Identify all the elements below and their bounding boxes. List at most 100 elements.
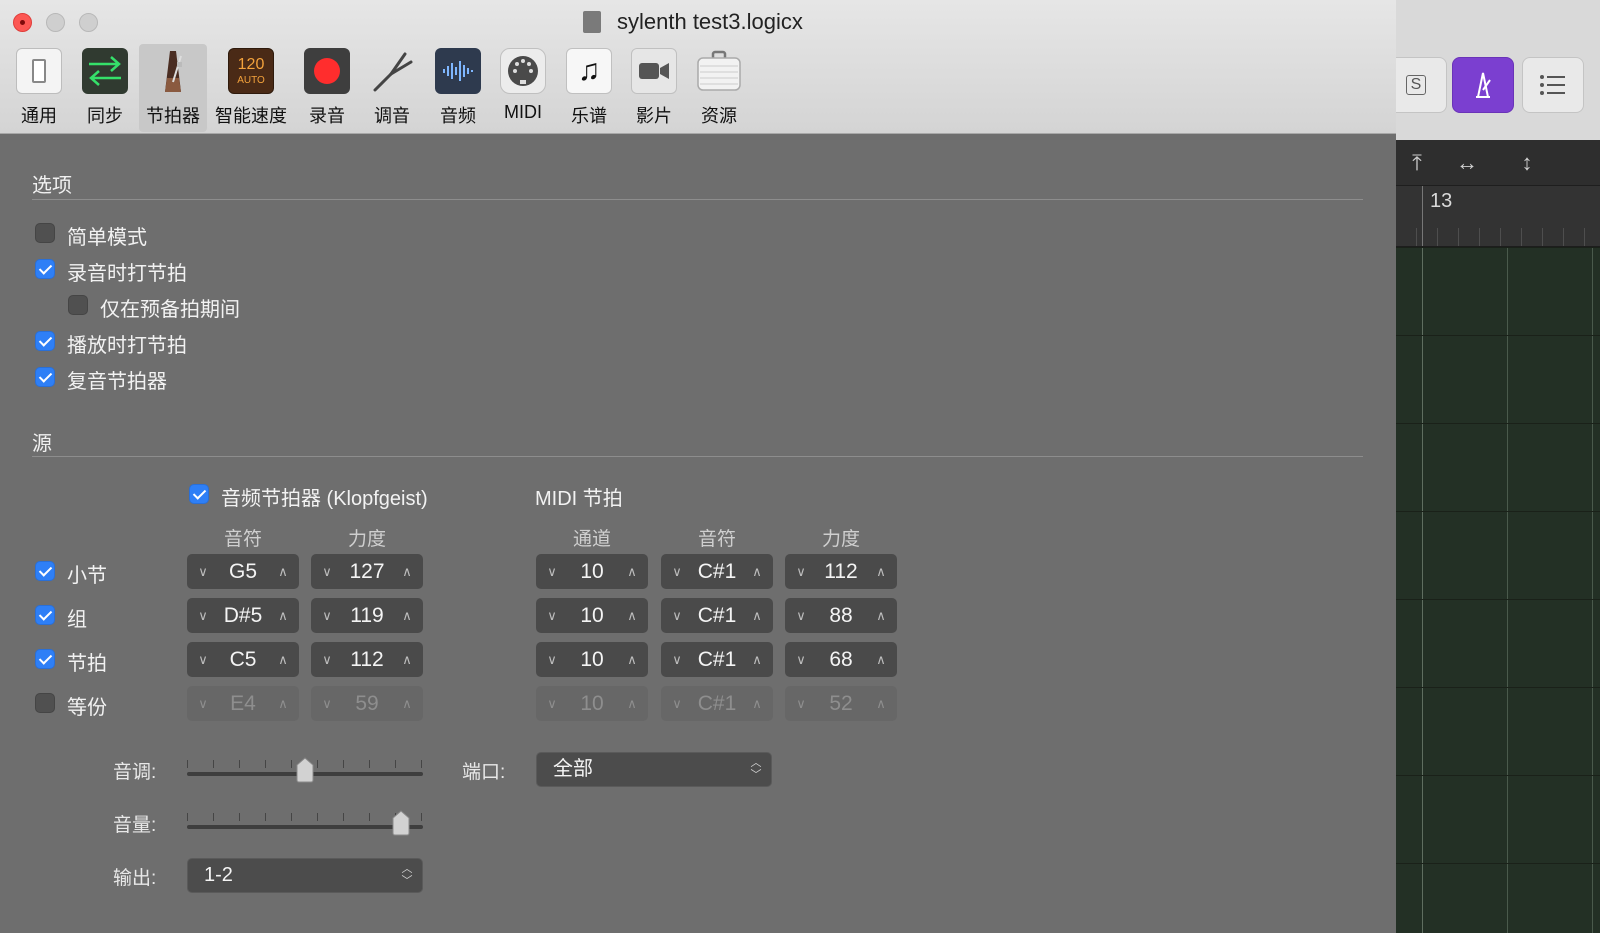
only-during-count-in-checkbox[interactable] <box>68 295 88 315</box>
click-while-playing-label: 播放时打节拍 <box>67 335 187 357</box>
track-height-icon[interactable]: ↕ <box>1507 148 1547 178</box>
tone-slider[interactable] <box>187 755 423 785</box>
bar-midi-note-stepper[interactable]: ∨ C#1 ∧ <box>661 554 773 589</box>
port-popup[interactable]: 全部 ︿ ﹀ <box>536 752 772 787</box>
solo-label: S <box>1405 75 1427 95</box>
tab-audio[interactable]: 音频 <box>427 44 489 132</box>
bar-row-checkbox[interactable] <box>35 561 55 581</box>
volume-slider-thumb[interactable] <box>390 810 412 836</box>
tab-movie[interactable]: 影片 <box>623 44 685 132</box>
group-audio-note-stepper[interactable]: ∨ D#5 ∧ <box>187 598 299 633</box>
output-popup[interactable]: 1-2 ︿ ﹀ <box>187 858 423 893</box>
tab-assets[interactable]: 资源 <box>688 44 750 132</box>
midi-click-label: MIDI 节拍 <box>535 488 623 510</box>
tab-movie-label: 影片 <box>636 106 672 126</box>
tab-midi[interactable]: MIDI <box>492 44 554 132</box>
chevron-up-icon[interactable]: ∧ <box>745 642 769 677</box>
stepper-value: C#1 <box>697 692 737 715</box>
division-row-checkbox[interactable] <box>35 693 55 713</box>
division-midi-note-stepper: ∨ C#1 ∧ <box>661 686 773 721</box>
click-while-recording-checkbox[interactable] <box>35 259 55 279</box>
chevron-up-icon[interactable]: ∧ <box>620 642 644 677</box>
bar-audio-note-stepper[interactable]: ∨ G5 ∧ <box>187 554 299 589</box>
beat-midi-velocity-stepper[interactable]: ∨ 68 ∧ <box>785 642 897 677</box>
tab-metronome-label: 节拍器 <box>146 106 200 126</box>
chevron-up-icon[interactable]: ∧ <box>620 554 644 589</box>
chevron-up-icon[interactable]: ∧ <box>620 598 644 633</box>
source-section-title: 源 <box>32 433 52 455</box>
list-editors-button[interactable] <box>1522 57 1584 113</box>
bar-midi-velocity-stepper[interactable]: ∨ 112 ∧ <box>785 554 897 589</box>
updown-chevron-icon: ︿ ﹀ <box>401 863 413 887</box>
tab-tuning[interactable]: 调音 <box>361 44 423 132</box>
tracks-area[interactable] <box>1395 247 1600 933</box>
click-while-playing-checkbox[interactable] <box>35 331 55 351</box>
vertical-zoom-icon[interactable]: ⤒ <box>1397 148 1437 178</box>
bar-row-label: 小节 <box>67 565 107 587</box>
tab-general[interactable]: 通用 <box>8 44 70 132</box>
polyphonic-click-checkbox[interactable] <box>35 367 55 387</box>
volume-slider-track[interactable] <box>187 825 423 829</box>
zoom-button[interactable] <box>79 13 98 32</box>
bar-midi-channel-stepper[interactable]: ∨ 10 ∧ <box>536 554 648 589</box>
smart-tempo-icon-auto: AUTO <box>237 74 265 86</box>
tab-recording[interactable]: 录音 <box>296 44 358 132</box>
chevron-up-icon[interactable]: ∧ <box>869 598 893 633</box>
beat-audio-velocity-stepper[interactable]: ∨ 112 ∧ <box>311 642 423 677</box>
bar-ruler[interactable]: 13 <box>1395 186 1600 247</box>
solo-button[interactable]: S <box>1395 57 1447 113</box>
chevron-up-icon[interactable]: ∧ <box>745 598 769 633</box>
group-midi-channel-stepper[interactable]: ∨ 10 ∧ <box>536 598 648 633</box>
chevron-up-icon: ∧ <box>752 696 762 711</box>
group-audio-velocity-stepper[interactable]: ∨ 119 ∧ <box>311 598 423 633</box>
col-header-midi-note: 音符 <box>697 529 736 550</box>
audio-click-checkbox[interactable] <box>189 484 209 504</box>
chevron-up-icon[interactable]: ∧ <box>271 554 295 589</box>
chevron-up-icon[interactable]: ∧ <box>869 554 893 589</box>
stepper-value: 88 <box>829 604 853 627</box>
stepper-value: E4 <box>230 692 256 715</box>
tab-smart-tempo[interactable]: 120 AUTO 智能速度 <box>212 44 290 132</box>
chevron-up-icon[interactable]: ∧ <box>271 642 295 677</box>
chevron-up-icon[interactable]: ∧ <box>869 642 893 677</box>
audio-waveform-icon <box>435 48 481 94</box>
division-audio-note-stepper: ∨ E4 ∧ <box>187 686 299 721</box>
beat-midi-channel-stepper[interactable]: ∨ 10 ∧ <box>536 642 648 677</box>
stepper-value: G5 <box>228 560 257 583</box>
chevron-up-icon[interactable]: ∧ <box>745 554 769 589</box>
beat-row-checkbox[interactable] <box>35 649 55 669</box>
chevron-up-icon[interactable]: ∧ <box>395 554 419 589</box>
minimize-button[interactable] <box>46 13 65 32</box>
music-note-icon: ♫ <box>566 48 612 94</box>
group-row-label: 组 <box>67 609 87 631</box>
general-switch-icon <box>16 48 62 94</box>
polyphonic-click-label: 复音节拍器 <box>67 371 167 393</box>
stepper-value: 10 <box>580 648 604 671</box>
stepper-value: C#1 <box>697 648 737 671</box>
horizontal-zoom-icon[interactable]: ↔ <box>1447 148 1487 178</box>
volume-slider[interactable] <box>187 808 423 838</box>
metronome-toggle-button[interactable] <box>1452 57 1514 113</box>
midi-port-icon <box>500 48 546 94</box>
group-midi-velocity-stepper[interactable]: ∨ 88 ∧ <box>785 598 897 633</box>
output-value: 1-2 <box>204 864 233 886</box>
tab-sync[interactable]: 同步 <box>74 44 136 132</box>
tone-slider-thumb[interactable] <box>294 757 316 783</box>
briefcase-icon <box>696 48 742 94</box>
tab-score[interactable]: ♫ 乐谱 <box>558 44 620 132</box>
simple-mode-checkbox[interactable] <box>35 223 55 243</box>
beat-audio-note-stepper[interactable]: ∨ C5 ∧ <box>187 642 299 677</box>
record-icon <box>304 48 350 94</box>
beat-midi-note-stepper[interactable]: ∨ C#1 ∧ <box>661 642 773 677</box>
chevron-up-icon[interactable]: ∧ <box>271 598 295 633</box>
chevron-up-icon[interactable]: ∧ <box>395 598 419 633</box>
group-row-checkbox[interactable] <box>35 605 55 625</box>
port-value: 全部 <box>553 758 593 780</box>
updown-chevron-icon: ︿ ﹀ <box>750 757 762 781</box>
chevron-up-icon[interactable]: ∧ <box>395 642 419 677</box>
bar-audio-velocity-stepper[interactable]: ∨ 127 ∧ <box>311 554 423 589</box>
group-midi-note-stepper[interactable]: ∨ C#1 ∧ <box>661 598 773 633</box>
close-button[interactable] <box>13 13 32 32</box>
tab-metronome[interactable]: 节拍器 <box>139 44 207 132</box>
options-section-title: 选项 <box>32 175 72 197</box>
